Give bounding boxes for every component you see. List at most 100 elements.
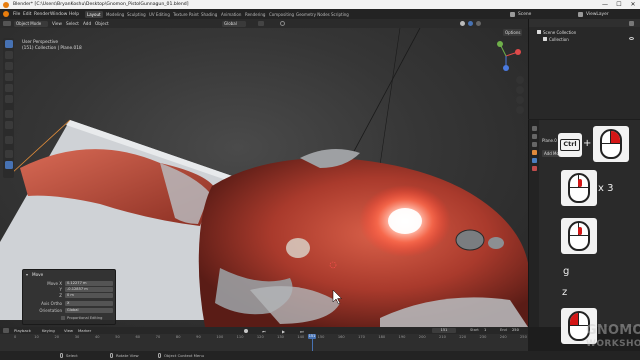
timeline-menu-playback[interactable]: Playback [14,328,31,333]
proportional-edit-icon[interactable] [280,21,285,26]
timeline-track[interactable]: 0 10 20 30 40 50 60 70 80 90 100 110 120 130 140 150 160… [0,334,528,351]
menu-window[interactable]: Window [50,12,67,17]
mouse-hint-2 [561,170,597,206]
times-three: x 3 [598,183,614,194]
render-properties-icon[interactable] [531,134,537,139]
shading-solid-icon[interactable] [460,21,465,26]
panel-collapse-icon[interactable]: ▾ [26,272,28,277]
scene-selector[interactable]: Scene [518,12,531,17]
ctrl-key-label: Ctrl [560,139,580,151]
timeline-menu-marker[interactable]: Marker [78,328,91,333]
collection-icon [543,37,547,41]
view-layer-selector[interactable]: ViewLayer [586,12,609,17]
blender-menu-icon[interactable] [3,11,9,17]
mode-selector[interactable]: Object Mode [14,20,48,27]
highlight-spot [286,238,310,258]
timeline-editor-icon[interactable] [3,328,9,333]
gizmo-x-axis[interactable] [515,49,521,55]
menu-view[interactable]: View [52,21,62,26]
rotate-tool-icon[interactable] [4,73,13,81]
scale-tool-icon[interactable] [4,84,13,92]
menu-help[interactable]: Help [69,12,79,17]
blender-logo-icon [3,1,9,8]
tab-uv-editing[interactable]: UV Editing [147,11,172,18]
close-button[interactable]: ✕ [626,0,640,9]
extrude-tool-icon[interactable] [4,150,13,158]
material-properties-icon[interactable] [531,166,537,171]
zoom-icon[interactable] [516,76,524,84]
move-x-field[interactable]: 0.12277 m [65,280,113,286]
tab-geometry-nodes[interactable]: Geometry Nodes [294,11,332,18]
camera-view-icon[interactable] [516,96,524,104]
annotate-tool-icon[interactable] [4,110,13,118]
cursor-tool-icon[interactable] [4,51,13,59]
menu-select[interactable]: Select [66,21,79,26]
gizmo-z-axis[interactable] [503,65,509,71]
tab-scripting[interactable]: Scripting [329,11,351,18]
tab-animation[interactable]: Animation [219,11,243,18]
move-tool-icon[interactable] [4,62,13,70]
axis-ortho-dropdown[interactable]: X [65,300,113,306]
shading-rendered-icon[interactable] [476,21,481,26]
pan-hand-icon[interactable] [516,86,524,94]
snap-icon[interactable] [258,21,264,26]
tool-properties-icon[interactable] [531,126,537,131]
transform-tool-icon[interactable] [4,95,13,103]
object-properties-icon[interactable] [531,150,537,155]
move-z-field[interactable]: 0 m [65,292,113,298]
menu-file[interactable]: File [13,12,20,17]
tab-shading[interactable]: Shading [199,11,219,18]
current-frame-field[interactable]: 151 [432,328,456,333]
timeline-tick-label: 0 [14,335,17,339]
gizmo-y-axis[interactable] [497,41,503,47]
tab-compositing[interactable]: Compositing [267,11,296,18]
timeline-tick-label: 210 [439,335,446,339]
visibility-eye-icon[interactable] [629,37,634,40]
key-z-hint: z [562,287,568,298]
last-operator-panel[interactable]: ▾ Move Move X 0.12277 m Y -0.12857 m Z0 m … [22,269,116,325]
end-frame-field[interactable]: 250 [512,328,519,332]
tab-texture-paint[interactable]: Texture Paint [171,11,201,18]
filter-icon[interactable] [629,20,634,26]
move-y-field[interactable]: -0.12857 m [65,286,113,292]
outliner-scene-collection[interactable]: Scene Collection [543,30,576,35]
modifier-properties-icon[interactable] [531,158,537,163]
viewport-options-button[interactable]: Options [503,29,523,36]
proportional-editing-checkbox[interactable] [61,316,65,320]
start-frame-field[interactable]: 1 [484,328,486,332]
maximize-button[interactable]: ☐ [612,0,626,9]
mouse-right-status-icon [158,353,161,358]
select-box-tool-icon[interactable] [4,40,13,48]
tab-sculpting[interactable]: Sculpting [125,11,148,18]
timeline-tick-label: 90 [196,335,201,339]
menu-add[interactable]: Add [83,21,91,26]
minimize-button[interactable]: — [598,0,612,9]
active-tool-icon[interactable] [4,161,13,169]
menu-edit[interactable]: Edit [23,12,32,17]
tab-rendering[interactable]: Rendering [243,11,267,18]
timeline-menu-keying[interactable]: Keying [42,328,55,333]
shading-material-icon[interactable] [468,21,473,26]
tab-modeling[interactable]: Modeling [104,11,126,18]
record-button[interactable] [244,328,248,333]
tab-layout[interactable]: Layout [85,10,103,18]
orientation-dropdown[interactable]: Global [65,307,113,313]
menu-render[interactable]: Render [34,12,50,17]
add-cube-tool-icon[interactable] [4,136,13,144]
timeline-menu-view[interactable]: View [64,328,73,333]
measure-tool-icon[interactable] [4,121,13,129]
navigation-gizmo[interactable] [488,38,524,74]
output-properties-icon[interactable] [531,142,537,147]
window-title: Blender* [C:\Users\BryanKoshu\Desktop\Gn… [13,1,189,7]
editor-type-icon[interactable] [3,21,11,26]
outliner-collection[interactable]: Collection [549,37,569,42]
jump-end-button[interactable]: ⏭ [300,329,304,334]
watermark-workshop: WORKSHOP [586,339,640,349]
perspective-toggle-icon[interactable] [516,106,524,114]
jump-start-button[interactable]: ⏮ [262,329,266,334]
play-button[interactable]: ▶ [282,329,285,334]
transform-orientation-selector[interactable]: Global [222,20,246,27]
timeline-tick-label: 200 [418,335,426,339]
object-name-field[interactable]: Plane.0 [542,138,557,143]
menu-object[interactable]: Object [95,21,109,26]
